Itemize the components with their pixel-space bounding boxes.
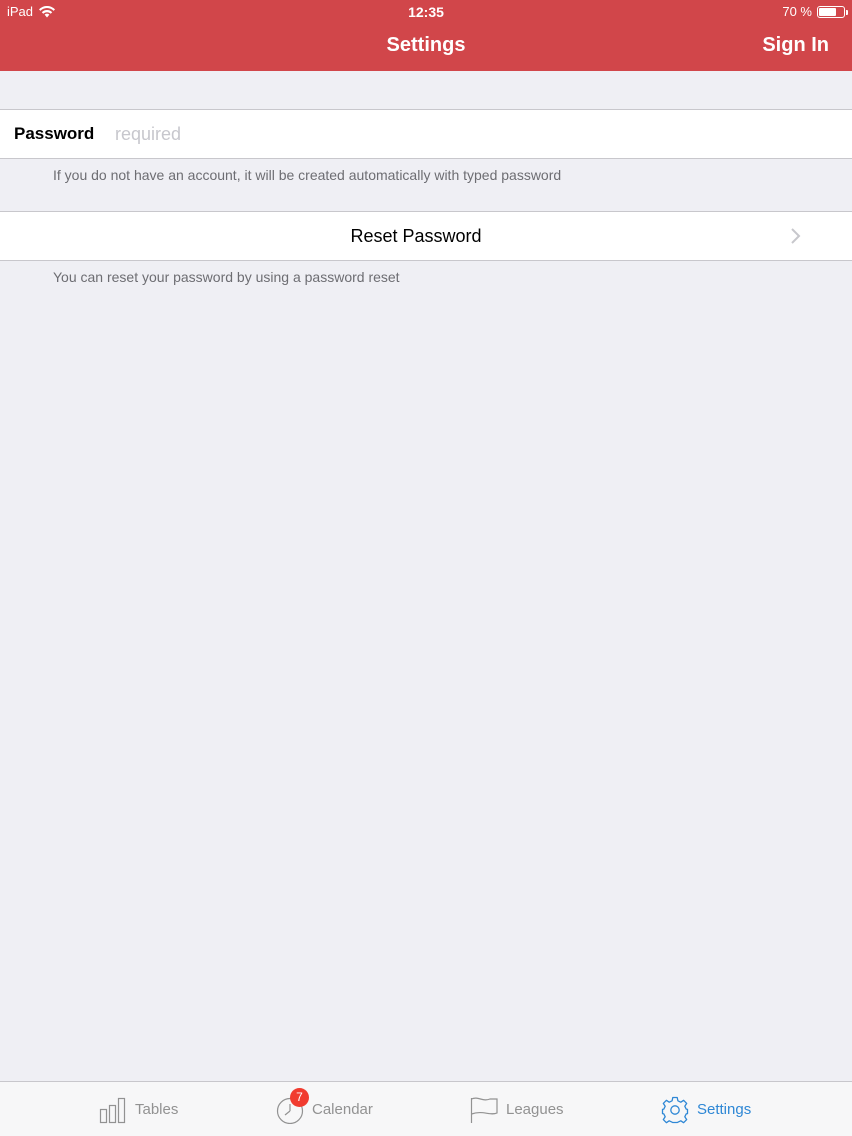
chevron-right-icon bbox=[791, 228, 801, 244]
tab-label-calendar: Calendar bbox=[312, 1101, 373, 1118]
tab-settings[interactable]: Settings bbox=[661, 1082, 751, 1136]
sign-in-button[interactable]: Sign In bbox=[762, 34, 829, 57]
flag-icon bbox=[470, 1097, 498, 1123]
battery-icon bbox=[817, 5, 848, 18]
notification-badge: 7 bbox=[290, 1087, 309, 1107]
reset-password-label: Reset Password bbox=[350, 226, 482, 246]
tab-tables[interactable]: Tables bbox=[99, 1082, 178, 1136]
status-battery: 70 % bbox=[782, 4, 848, 19]
status-time: 12:35 bbox=[408, 4, 444, 20]
password-field[interactable] bbox=[115, 120, 815, 148]
password-footnote: If you do not have an account, it will b… bbox=[53, 167, 562, 183]
tab-label-leagues: Leagues bbox=[506, 1101, 564, 1118]
tab-leagues[interactable]: Leagues bbox=[470, 1082, 564, 1136]
tab-calendar[interactable]: 7 Calendar bbox=[276, 1082, 373, 1136]
page-title: Settings bbox=[386, 34, 466, 56]
reset-password-row[interactable]: Reset Password bbox=[0, 211, 852, 261]
navigation-header: iPad 12:35 70 % Settings Sign In bbox=[0, 0, 852, 71]
password-label: Password bbox=[14, 124, 95, 143]
gear-icon bbox=[661, 1096, 689, 1123]
battery-level bbox=[819, 7, 836, 16]
tab-bar: Tables 7 Calendar Leagues Settings bbox=[0, 1081, 852, 1136]
password-row[interactable]: Password bbox=[0, 109, 852, 159]
battery-percent: 70 % bbox=[782, 4, 812, 19]
tab-label-settings: Settings bbox=[697, 1101, 752, 1118]
calendar-icon-wrap: 7 bbox=[276, 1087, 309, 1124]
reset-footnote: You can reset your password by using a p… bbox=[53, 269, 400, 285]
bar-chart-icon bbox=[99, 1097, 126, 1123]
tab-label-tables: Tables bbox=[135, 1101, 179, 1118]
